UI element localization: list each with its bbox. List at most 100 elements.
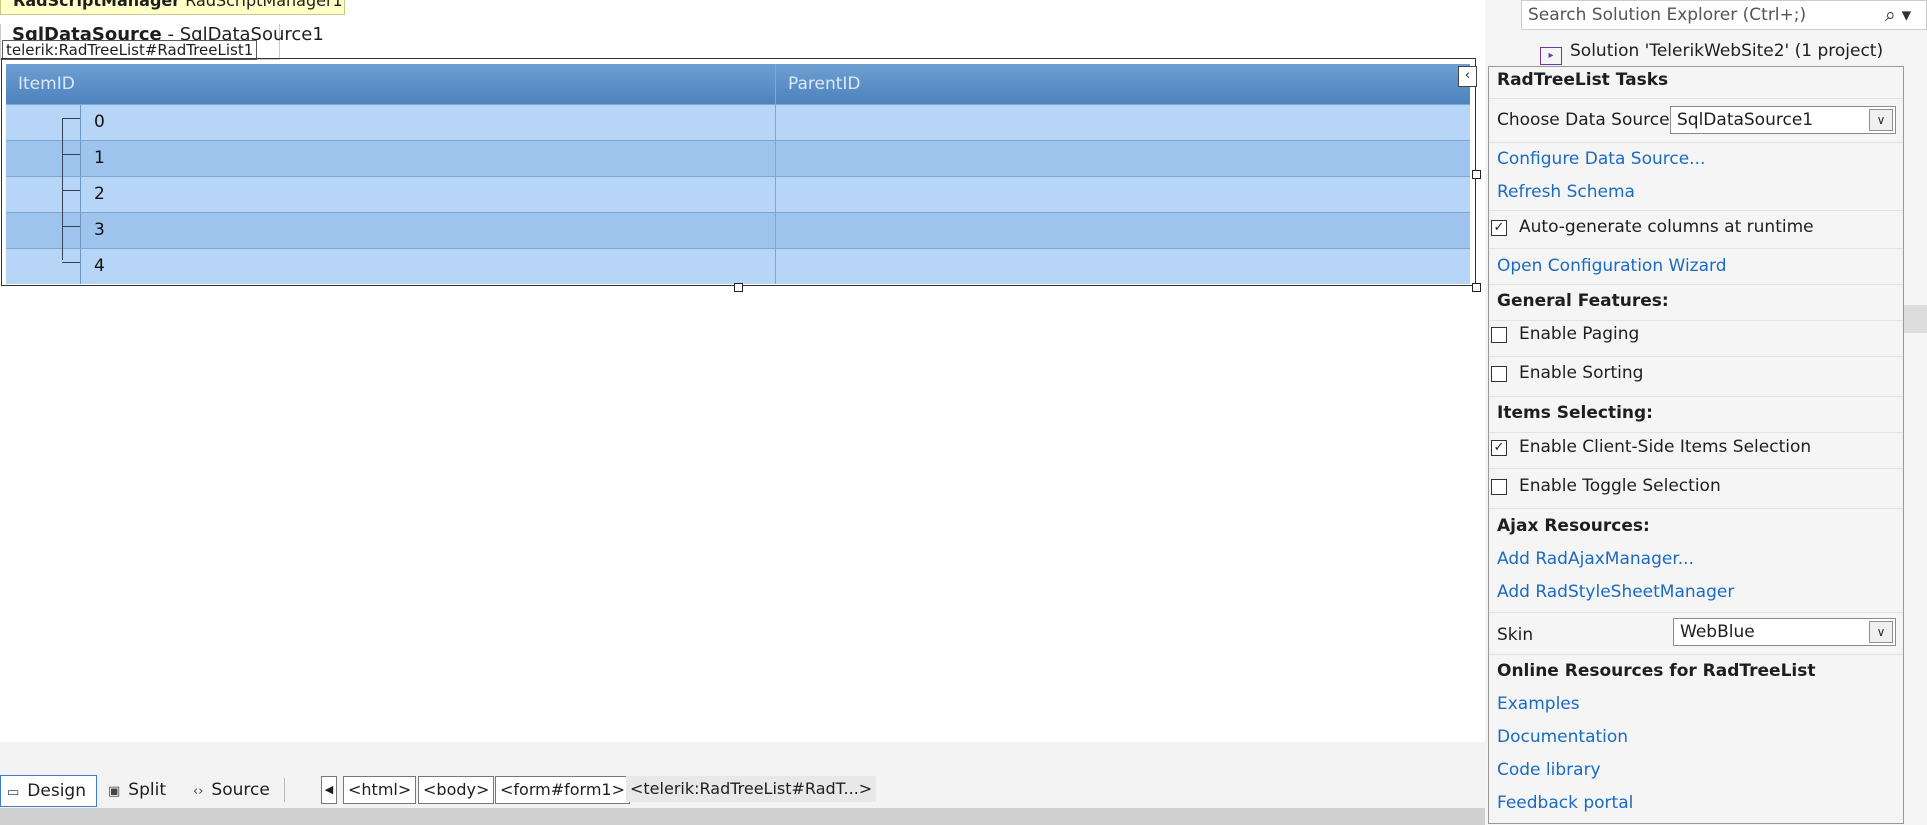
general-features-heading: General Features: bbox=[1497, 291, 1669, 311]
tree-connector-line bbox=[62, 154, 80, 155]
skin-select[interactable]: WebBlue ∨ bbox=[1673, 618, 1896, 646]
check-icon: ✓ bbox=[1493, 440, 1505, 455]
tab-split-label: Split bbox=[128, 780, 166, 800]
items-selecting-heading: Items Selecting: bbox=[1497, 403, 1653, 423]
breadcrumb-left-arrow-icon[interactable]: ◀ bbox=[321, 776, 337, 804]
cell-parentid bbox=[776, 213, 1470, 248]
treelist-header: ItemID ParentID bbox=[6, 64, 1470, 104]
enable-paging-checkbox[interactable] bbox=[1491, 327, 1507, 343]
table-row[interactable]: 4 bbox=[6, 248, 1470, 284]
cell-value: 0 bbox=[94, 112, 105, 132]
source-view-icon: ‹› bbox=[193, 784, 204, 799]
auto-generate-label: Auto-generate columns at runtime bbox=[1519, 217, 1814, 237]
cell-itemid: 4 bbox=[6, 249, 776, 284]
cell-parentid bbox=[776, 249, 1470, 284]
tree-indent bbox=[6, 249, 81, 284]
horizontal-scrollbar[interactable] bbox=[0, 808, 1485, 825]
configure-data-source-link[interactable]: Configure Data Source... bbox=[1497, 149, 1705, 169]
examples-link[interactable]: Examples bbox=[1497, 694, 1580, 714]
tree-indent bbox=[6, 141, 81, 176]
divider bbox=[1489, 356, 1903, 357]
tree-indent bbox=[6, 105, 81, 140]
table-row[interactable]: 2 bbox=[6, 176, 1470, 212]
design-view-icon: ▭ bbox=[7, 785, 20, 800]
resize-handle-corner[interactable] bbox=[1472, 283, 1481, 292]
add-ajax-manager-link[interactable]: Add RadAjaxManager... bbox=[1497, 549, 1694, 569]
breadcrumb-treelist[interactable]: <telerik:RadTreeList#RadT...> bbox=[626, 776, 877, 802]
cell-value: 1 bbox=[94, 148, 105, 168]
divider bbox=[1489, 284, 1903, 285]
search-icon[interactable]: ⌕ ▾ bbox=[1885, 0, 1911, 30]
solution-label: Solution 'TelerikWebSite2' (1 project) bbox=[1570, 41, 1884, 61]
divider bbox=[1489, 396, 1903, 397]
choose-data-source-label: Choose Data Source: bbox=[1497, 110, 1676, 130]
script-manager-type: RadScriptManager bbox=[13, 0, 181, 10]
online-resources-heading: Online Resources for RadTreeList bbox=[1497, 661, 1816, 681]
resize-handle-bottom[interactable] bbox=[734, 283, 743, 292]
feedback-portal-link[interactable]: Feedback portal bbox=[1497, 793, 1633, 813]
check-icon: ✓ bbox=[1493, 220, 1505, 235]
tab-split[interactable]: ▣ Split bbox=[108, 775, 166, 805]
table-row[interactable]: 3 bbox=[6, 212, 1470, 248]
table-row[interactable]: 0 bbox=[6, 104, 1470, 140]
chevron-down-icon[interactable]: ∨ bbox=[1869, 109, 1893, 131]
cell-itemid: 2 bbox=[6, 177, 776, 212]
divider bbox=[1489, 468, 1903, 469]
tree-connector-line bbox=[62, 118, 63, 260]
auto-generate-checkbox[interactable]: ✓ bbox=[1491, 220, 1507, 236]
open-configuration-wizard-link[interactable]: Open Configuration Wizard bbox=[1497, 256, 1726, 276]
cell-value: 3 bbox=[94, 220, 105, 240]
tab-source[interactable]: ‹› Source bbox=[193, 775, 270, 805]
client-side-selection-label: Enable Client-Side Items Selection bbox=[1519, 437, 1812, 457]
divider bbox=[1489, 654, 1903, 655]
divider bbox=[1489, 98, 1903, 99]
add-stylesheet-manager-link[interactable]: Add RadStyleSheetManager bbox=[1497, 582, 1734, 602]
treelist-grid[interactable]: ItemID ParentID 0 1 2 3 4 bbox=[6, 64, 1470, 284]
cell-itemid: 0 bbox=[6, 105, 776, 140]
tree-connector-line bbox=[62, 190, 80, 191]
breadcrumb-body[interactable]: <body> bbox=[418, 776, 495, 804]
cell-itemid: 3 bbox=[6, 213, 776, 248]
resize-handle-right[interactable] bbox=[1472, 170, 1481, 179]
script-manager-control[interactable]: RadScriptManager RadScriptManager1 bbox=[0, 0, 345, 15]
tree-connector-line bbox=[62, 262, 80, 263]
column-header-itemid[interactable]: ItemID bbox=[6, 64, 776, 104]
enable-sorting-checkbox[interactable] bbox=[1491, 366, 1507, 382]
divider bbox=[1489, 508, 1903, 509]
cell-parentid bbox=[776, 141, 1470, 176]
column-header-parentid[interactable]: ParentID bbox=[776, 64, 1470, 104]
skin-label: Skin bbox=[1497, 625, 1534, 645]
tree-indent bbox=[6, 213, 81, 248]
data-source-select[interactable]: SqlDataSource1 ∨ bbox=[1670, 106, 1896, 134]
solution-icon: ▸ bbox=[1540, 47, 1562, 65]
tab-design[interactable]: ▭ Design bbox=[0, 775, 97, 807]
client-side-selection-checkbox[interactable]: ✓ bbox=[1491, 440, 1507, 456]
toolbar-separator bbox=[284, 778, 285, 802]
treelist-tag-label: telerik:RadTreeList#RadTreeList1 bbox=[2, 40, 258, 60]
cell-parentid bbox=[776, 177, 1470, 212]
code-library-link[interactable]: Code library bbox=[1497, 760, 1601, 780]
smart-tag-collapse-icon[interactable]: ‹ bbox=[1458, 66, 1477, 87]
breadcrumb-form[interactable]: <form#form1> bbox=[495, 776, 631, 804]
refresh-schema-link[interactable]: Refresh Schema bbox=[1497, 182, 1635, 202]
solution-tree-item[interactable]: ▸ Solution 'TelerikWebSite2' (1 project) bbox=[1540, 40, 1883, 65]
toggle-selection-checkbox[interactable] bbox=[1491, 479, 1507, 495]
cell-value: 2 bbox=[94, 184, 105, 204]
skin-value: WebBlue bbox=[1680, 622, 1755, 642]
chevron-down-icon[interactable]: ∨ bbox=[1869, 621, 1893, 643]
divider bbox=[1489, 142, 1903, 143]
documentation-link[interactable]: Documentation bbox=[1497, 727, 1628, 747]
cell-itemid: 1 bbox=[6, 141, 776, 176]
tree-indent bbox=[6, 177, 81, 212]
table-row[interactable]: 1 bbox=[6, 140, 1470, 176]
tab-design-label: Design bbox=[27, 781, 86, 801]
tasks-title: RadTreeList Tasks bbox=[1497, 70, 1669, 90]
ajax-resources-heading: Ajax Resources: bbox=[1497, 516, 1650, 536]
toggle-selection-label: Enable Toggle Selection bbox=[1519, 476, 1721, 496]
solution-explorer-search-input[interactable]: Search Solution Explorer (Ctrl+;) bbox=[1521, 0, 1927, 30]
solution-explorer-scroll-area bbox=[1900, 305, 1927, 333]
breadcrumb-html[interactable]: <html> bbox=[343, 776, 417, 804]
cell-parentid bbox=[776, 105, 1470, 140]
divider bbox=[1489, 432, 1903, 433]
data-source-value: SqlDataSource1 bbox=[1677, 110, 1814, 130]
